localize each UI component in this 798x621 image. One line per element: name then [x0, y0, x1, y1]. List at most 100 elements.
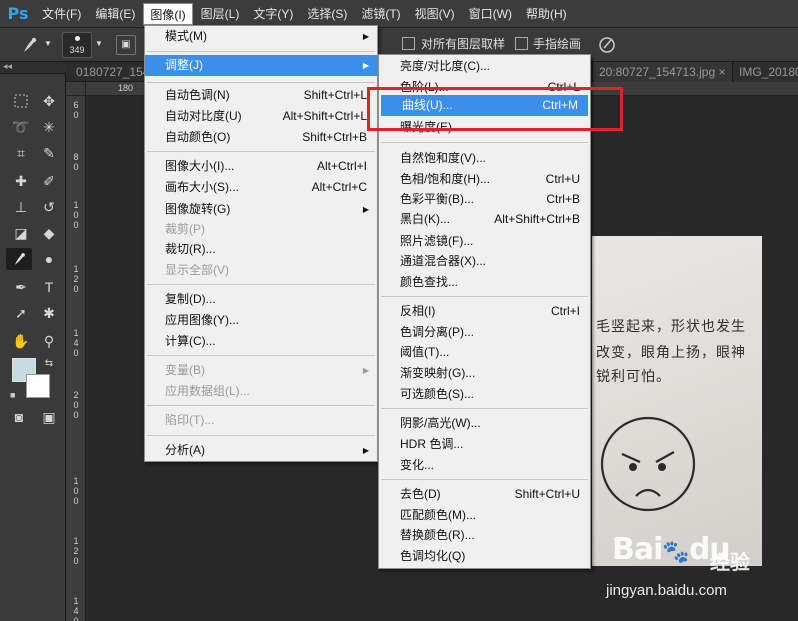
ruler-tick-char: 0 — [73, 220, 79, 230]
collapse-icon[interactable]: ◂◂ — [3, 61, 12, 72]
swap-colors-icon[interactable]: ⇆ — [36, 352, 62, 374]
smudge-tool-icon[interactable] — [6, 248, 32, 270]
hand-tool-icon[interactable]: ✋ — [8, 330, 34, 352]
toolbox-header[interactable]: ◂◂ — [0, 61, 66, 74]
adjust-submenu-item[interactable]: 匹配颜色(M)... — [379, 505, 590, 526]
screen-mode-icon[interactable]: ▣ — [36, 406, 62, 428]
menu-filter[interactable]: 滤镜(T) — [355, 3, 406, 25]
chevron-down-icon[interactable]: ▼ — [95, 39, 103, 48]
smudge-tool-preset-icon[interactable] — [18, 34, 42, 56]
custom-shape-tool-icon[interactable]: ✱ — [36, 302, 62, 324]
eraser-tool-icon[interactable]: ◪ — [8, 222, 34, 244]
adjust-submenu-item[interactable]: 替换颜色(R)... — [379, 525, 590, 546]
adjust-submenu-item[interactable]: HDR 色调... — [379, 434, 590, 455]
image-menu-item[interactable]: 显示全部(V) — [145, 260, 377, 281]
background-color-swatch[interactable] — [26, 374, 50, 398]
shortcut-label: Alt+Shift+Ctrl+L — [282, 109, 367, 123]
image-menu-item[interactable]: 图像旋转(G) ▶ — [145, 199, 377, 220]
adjust-submenu-item[interactable]: 自然饱和度(V)... — [379, 148, 590, 169]
menu-select[interactable]: 选择(S) — [301, 3, 353, 25]
menu-help[interactable]: 帮助(H) — [520, 3, 573, 25]
paint-bucket-tool-icon[interactable]: ◆ — [36, 222, 62, 244]
chevron-down-icon[interactable]: ▼ — [44, 39, 52, 48]
adjust-submenu-item[interactable]: 去色(D) Shift+Ctrl+U — [379, 484, 590, 505]
default-colors-icon[interactable]: ■ — [10, 390, 15, 400]
adjust-submenu-item[interactable]: 亮度/对比度(C)... — [379, 56, 590, 77]
menu-window[interactable]: 窗口(W) — [463, 3, 518, 25]
pressure-icon[interactable] — [598, 36, 616, 54]
path-selection-tool-icon[interactable]: ➚ — [8, 302, 34, 324]
adjust-submenu-item[interactable]: 变化... — [379, 455, 590, 476]
menu-separator — [381, 408, 588, 409]
close-icon[interactable]: × — [718, 65, 725, 79]
shortcut-label: Shift+Ctrl+L — [303, 88, 367, 102]
finger-painting-checkbox[interactable] — [515, 37, 528, 50]
adjust-submenu-item[interactable]: 黑白(K)... Alt+Shift+Ctrl+B — [379, 209, 590, 230]
zoom-tool-icon[interactable]: ⚲ — [36, 330, 62, 352]
menu-file[interactable]: 文件(F) — [36, 3, 87, 25]
adjust-submenu-item[interactable]: 渐变映射(G)... — [379, 363, 590, 384]
image-menu-item[interactable]: 自动颜色(O) Shift+Ctrl+B — [145, 127, 377, 148]
magic-wand-tool-icon[interactable]: ✳ — [36, 116, 62, 138]
image-menu-item[interactable]: 复制(D)... — [145, 289, 377, 310]
document-tab[interactable]: IMG_20180 — [732, 62, 798, 82]
adjust-submenu-item[interactable]: 颜色查找... — [379, 272, 590, 293]
dodge-tool-icon[interactable]: ● — [36, 248, 62, 270]
type-tool-icon[interactable]: T — [36, 276, 62, 298]
clone-stamp-tool-icon[interactable]: ⊥ — [8, 196, 34, 218]
image-menu-item[interactable]: 自动对比度(U) Alt+Shift+Ctrl+L — [145, 106, 377, 127]
angry-face-drawing — [596, 412, 700, 516]
adjust-submenu-item[interactable]: 色彩平衡(B)... Ctrl+B — [379, 189, 590, 210]
eyedropper-tool-icon[interactable]: ✎ — [36, 142, 62, 164]
image-menu-item[interactable]: 自动色调(N) Shift+Ctrl+L — [145, 85, 377, 106]
image-menu-item[interactable]: 图像大小(I)... Alt+Ctrl+I — [145, 156, 377, 177]
image-menu-item[interactable]: 计算(C)... — [145, 331, 377, 352]
adjust-submenu-item[interactable]: 色相/饱和度(H)... Ctrl+U — [379, 169, 590, 190]
image-menu-item[interactable]: 裁剪(P) — [145, 219, 377, 240]
adjust-submenu-item-label: 自然饱和度(V)... — [400, 151, 486, 165]
image-menu-item[interactable]: 应用数据组(L)... — [145, 381, 377, 402]
image-menu-item-label: 分析(A) — [165, 443, 205, 457]
adjust-submenu-item[interactable]: 通道混合器(X)... — [379, 251, 590, 272]
adjust-submenu-item[interactable]: 阈值(T)... — [379, 342, 590, 363]
brush-tool-icon[interactable]: ✐ — [36, 170, 62, 192]
menu-layer[interactable]: 图层(L) — [195, 3, 246, 25]
pen-tool-icon[interactable]: ✒ — [8, 276, 34, 298]
image-menu-item-label: 复制(D)... — [165, 292, 216, 306]
adjust-submenu-item[interactable]: 照片滤镜(F)... — [379, 231, 590, 252]
image-menu-item[interactable]: 裁切(R)... — [145, 239, 377, 260]
image-menu-item[interactable]: 模式(M) ▶ — [145, 26, 377, 47]
adjust-submenu-item[interactable]: 色调分离(P)... — [379, 322, 590, 343]
history-brush-tool-icon[interactable]: ↺ — [36, 196, 62, 218]
document-tab[interactable]: 0180727_154 — [70, 62, 150, 82]
move-tool-icon[interactable]: ✥ — [36, 90, 62, 112]
image-menu-item[interactable]: 调整(J) ▶ — [145, 55, 377, 76]
menu-edit[interactable]: 编辑(E) — [89, 3, 141, 25]
healing-brush-tool-icon[interactable]: ✚ — [8, 170, 34, 192]
image-menu-item[interactable]: 变量(B) ▶ — [145, 360, 377, 381]
adjust-submenu-item[interactable]: 反相(I) Ctrl+I — [379, 301, 590, 322]
ruler-tick-char: 4 — [73, 338, 79, 348]
crop-tool-icon[interactable]: ⌗ — [8, 142, 34, 164]
sample-all-layers-checkbox[interactable] — [402, 37, 415, 50]
document-tab-active[interactable]: 20:80727_154713.jpg × — [592, 62, 732, 82]
image-menu-item[interactable]: 陷印(T)... — [145, 410, 377, 431]
submenu-arrow-icon: ▶ — [362, 446, 369, 455]
quick-mask-icon[interactable]: ◙ — [6, 406, 32, 428]
menu-view[interactable]: 视图(V) — [409, 3, 461, 25]
menu-image[interactable]: 图像(I) — [143, 2, 193, 25]
image-menu-item[interactable]: 应用图像(Y)... — [145, 310, 377, 331]
menu-type[interactable]: 文字(Y) — [247, 3, 299, 25]
image-menu-item[interactable]: 画布大小(S)... Alt+Ctrl+C — [145, 177, 377, 198]
adjust-submenu-item[interactable]: 阴影/高光(W)... — [379, 413, 590, 434]
adjust-submenu-item[interactable]: 色调均化(Q) — [379, 546, 590, 567]
shortcut-label: Ctrl+I — [550, 304, 580, 318]
adjust-submenu-item[interactable]: 可选颜色(S)... — [379, 384, 590, 405]
image-menu-item-label: 陷印(T)... — [165, 413, 215, 427]
ruler-tick-label: 120 — [71, 264, 81, 294]
brush-panel-toggle-icon[interactable]: ▣ — [116, 35, 136, 55]
marquee-tool-icon[interactable] — [8, 90, 34, 112]
brush-preset-picker[interactable]: 349 — [62, 32, 92, 58]
lasso-tool-icon[interactable]: ➰ — [8, 116, 34, 138]
image-menu-item[interactable]: 分析(A) ▶ — [145, 440, 377, 461]
